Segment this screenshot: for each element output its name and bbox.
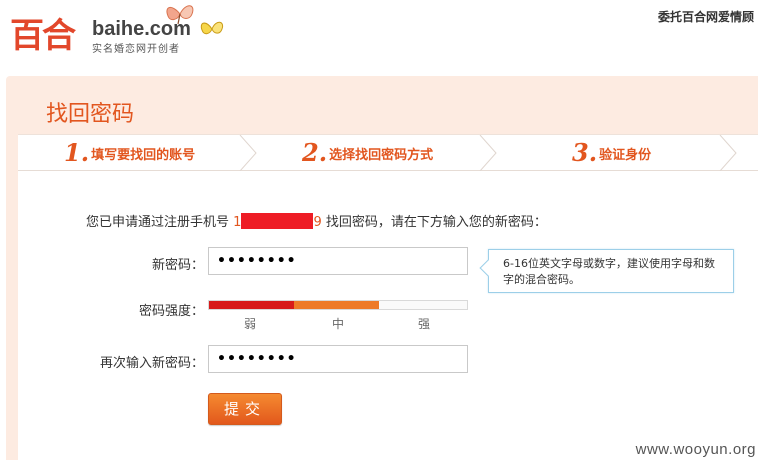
step-2-label: 选择找回密码方式 bbox=[329, 148, 434, 163]
confirm-password-input[interactable]: •••••••• bbox=[208, 345, 468, 373]
phone-end: 9 bbox=[313, 215, 322, 230]
intro-prefix: 您已申请通过注册手机号 bbox=[86, 215, 230, 230]
step-1: 1. 填写要找回的账号 bbox=[64, 135, 195, 171]
baihe-logo[interactable]: 百合 baihe.com 实名婚恋网开创者 bbox=[6, 2, 236, 60]
step-2-number: 2. bbox=[302, 138, 328, 167]
logo-slogan: 实名婚恋网开创者 bbox=[92, 44, 180, 55]
redacted-phone bbox=[241, 213, 314, 229]
top-right-link[interactable]: 委托百合网爱情顾 bbox=[658, 8, 758, 25]
step-3-number: 3. bbox=[572, 138, 598, 167]
chevron-right-icon bbox=[479, 135, 497, 171]
main-panel: 找回密码 1. 填写要找回的账号 2. 选择找回密码方式 3. 验证身份 您已申请通过… bbox=[6, 76, 758, 460]
step-progress-bar: 1. 填写要找回的账号 2. 选择找回密码方式 3. 验证身份 bbox=[18, 135, 758, 171]
new-password-label: 新密码： bbox=[151, 258, 204, 273]
intro-text: 您已申请通过注册手机号 1 9 找回密码，请在下方输入您的新密码： bbox=[86, 211, 547, 230]
step-3: 3. 验证身份 bbox=[572, 135, 651, 171]
strength-label: 密码强度： bbox=[138, 304, 204, 319]
butterfly-icon bbox=[200, 21, 224, 35]
chevron-right-icon bbox=[239, 135, 257, 171]
strength-medium-label: 中 bbox=[332, 317, 345, 331]
step-2: 2. 选择找回密码方式 bbox=[302, 135, 433, 171]
password-strength-meter bbox=[208, 300, 468, 310]
step-1-number: 1. bbox=[64, 138, 90, 167]
phone-start: 1 bbox=[233, 215, 242, 230]
content-area: 1. 填写要找回的账号 2. 选择找回密码方式 3. 验证身份 您已申请通过注册手机号… bbox=[18, 134, 758, 460]
strength-fill bbox=[209, 301, 380, 309]
strength-weak-label: 弱 bbox=[244, 317, 257, 331]
tooltip-arrow bbox=[479, 259, 497, 277]
butterfly-icon bbox=[166, 5, 194, 25]
step-1-label: 填写要找回的账号 bbox=[91, 148, 196, 163]
password-hint-tooltip: 6-16位英文字母或数字，建议使用字母和数字的混合密码。 bbox=[479, 249, 734, 293]
logo-chinese-text: 百合 bbox=[10, 16, 76, 56]
step-3-label: 验证身份 bbox=[599, 148, 652, 163]
password-hint-text: 6-16位英文字母或数字，建议使用字母和数字的混合密码。 bbox=[503, 257, 715, 286]
submit-button[interactable]: 提交 bbox=[208, 393, 282, 425]
watermark: www.wooyun.org bbox=[635, 441, 756, 458]
new-password-input[interactable]: •••••••• bbox=[208, 247, 468, 275]
chevron-right-icon bbox=[719, 135, 737, 171]
strength-strong-label: 强 bbox=[418, 317, 431, 331]
page-title: 找回密码 bbox=[46, 102, 135, 127]
confirm-password-label: 再次输入新密码： bbox=[99, 356, 204, 371]
intro-suffix: 找回密码，请在下方输入您的新密码： bbox=[325, 215, 547, 230]
